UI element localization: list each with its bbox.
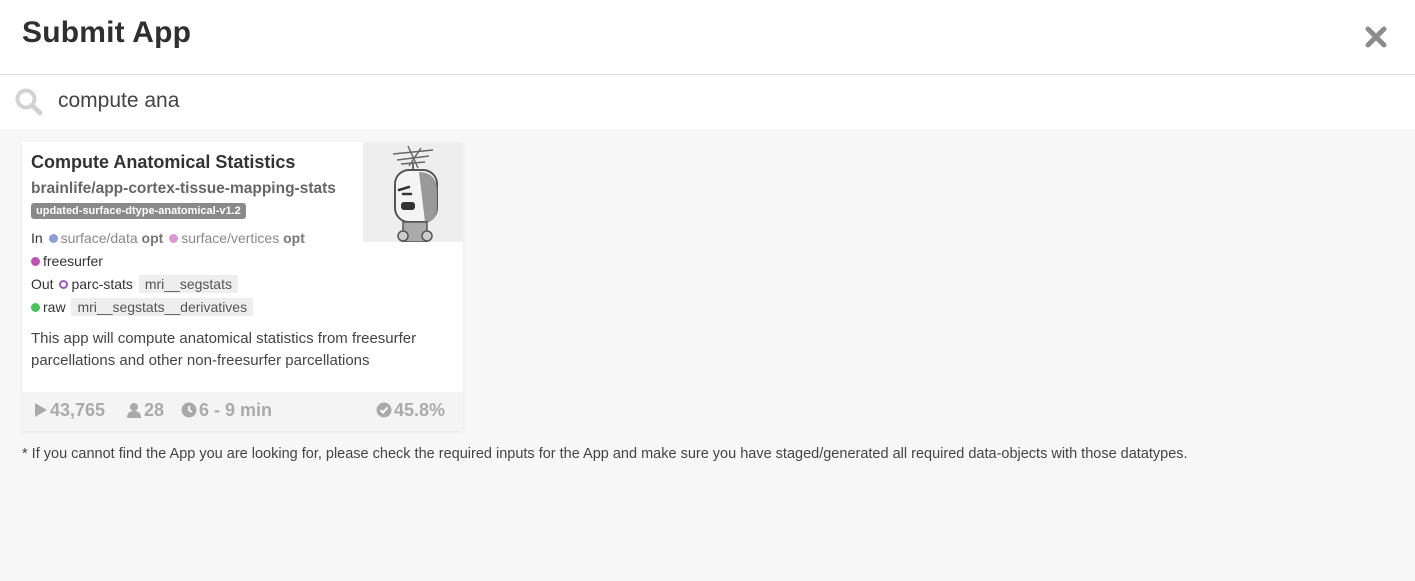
run-count: 43,765: [34, 400, 105, 421]
search-icon: [15, 88, 43, 116]
help-note: * If you cannot find the App you are loo…: [22, 446, 1188, 462]
modal-header: Submit App: [0, 0, 1415, 75]
optional-flag: opt: [141, 230, 164, 246]
inputs-row-2: freesurfer: [31, 253, 103, 269]
app-stats: 43,765 28 6 - 9 min 45.8%: [22, 392, 463, 431]
outputs-row-2: raw mri__segstats__derivatives: [31, 298, 254, 316]
output-tag: mri__segstats: [138, 275, 238, 293]
datatype-dot-icon: [48, 234, 58, 243]
branch-badge: updated-surface-dtype-anatomical-v1.2: [31, 203, 246, 219]
datatype-ring-icon: [59, 280, 69, 289]
datatype-dot-icon: [169, 234, 179, 243]
output-tag: mri__segstats__derivatives: [71, 298, 254, 316]
outputs-label: Out: [31, 276, 54, 292]
app-avatar: [363, 142, 463, 242]
success-rate: 45.8%: [376, 400, 445, 421]
output-datatype: parc-stats: [71, 276, 133, 292]
input-datatype: freesurfer: [43, 253, 103, 269]
runtime: 6 - 9 min: [181, 400, 272, 421]
input-datatype: surface/vertices: [181, 230, 280, 246]
play-icon: [35, 403, 47, 417]
app-name: Compute Anatomical Statistics: [31, 152, 296, 172]
repo-name: brainlife/app-cortex-tissue-mapping-stat…: [31, 180, 336, 197]
clock-icon: [181, 402, 197, 418]
close-icon[interactable]: [1363, 24, 1389, 50]
modal-title: Submit App: [22, 16, 192, 49]
check-circle-icon: [376, 402, 392, 418]
datatype-dot-icon: [31, 257, 40, 266]
inputs-label: In: [31, 230, 43, 246]
app-card[interactable]: Compute Anatomical Statistics brainlife/…: [22, 142, 463, 431]
robot-icon: [392, 145, 438, 242]
outputs-row-1: Out parc-stats mri__segstats: [31, 275, 238, 293]
search-input[interactable]: [48, 83, 1408, 119]
datatype-dot-icon: [31, 303, 40, 312]
app-repo: brainlife/app-cortex-tissue-mapping-stat…: [31, 178, 361, 222]
input-datatype: surface/data: [60, 230, 138, 246]
user-icon: [127, 403, 141, 418]
output-datatype: raw: [43, 299, 66, 315]
app-description: This app will compute anatomical statist…: [31, 330, 417, 369]
inputs-row-1: In surface/data opt surface/vertices opt: [31, 230, 305, 246]
search-bar: [0, 75, 1415, 129]
user-count: 28: [126, 400, 164, 421]
optional-flag: opt: [283, 230, 305, 246]
